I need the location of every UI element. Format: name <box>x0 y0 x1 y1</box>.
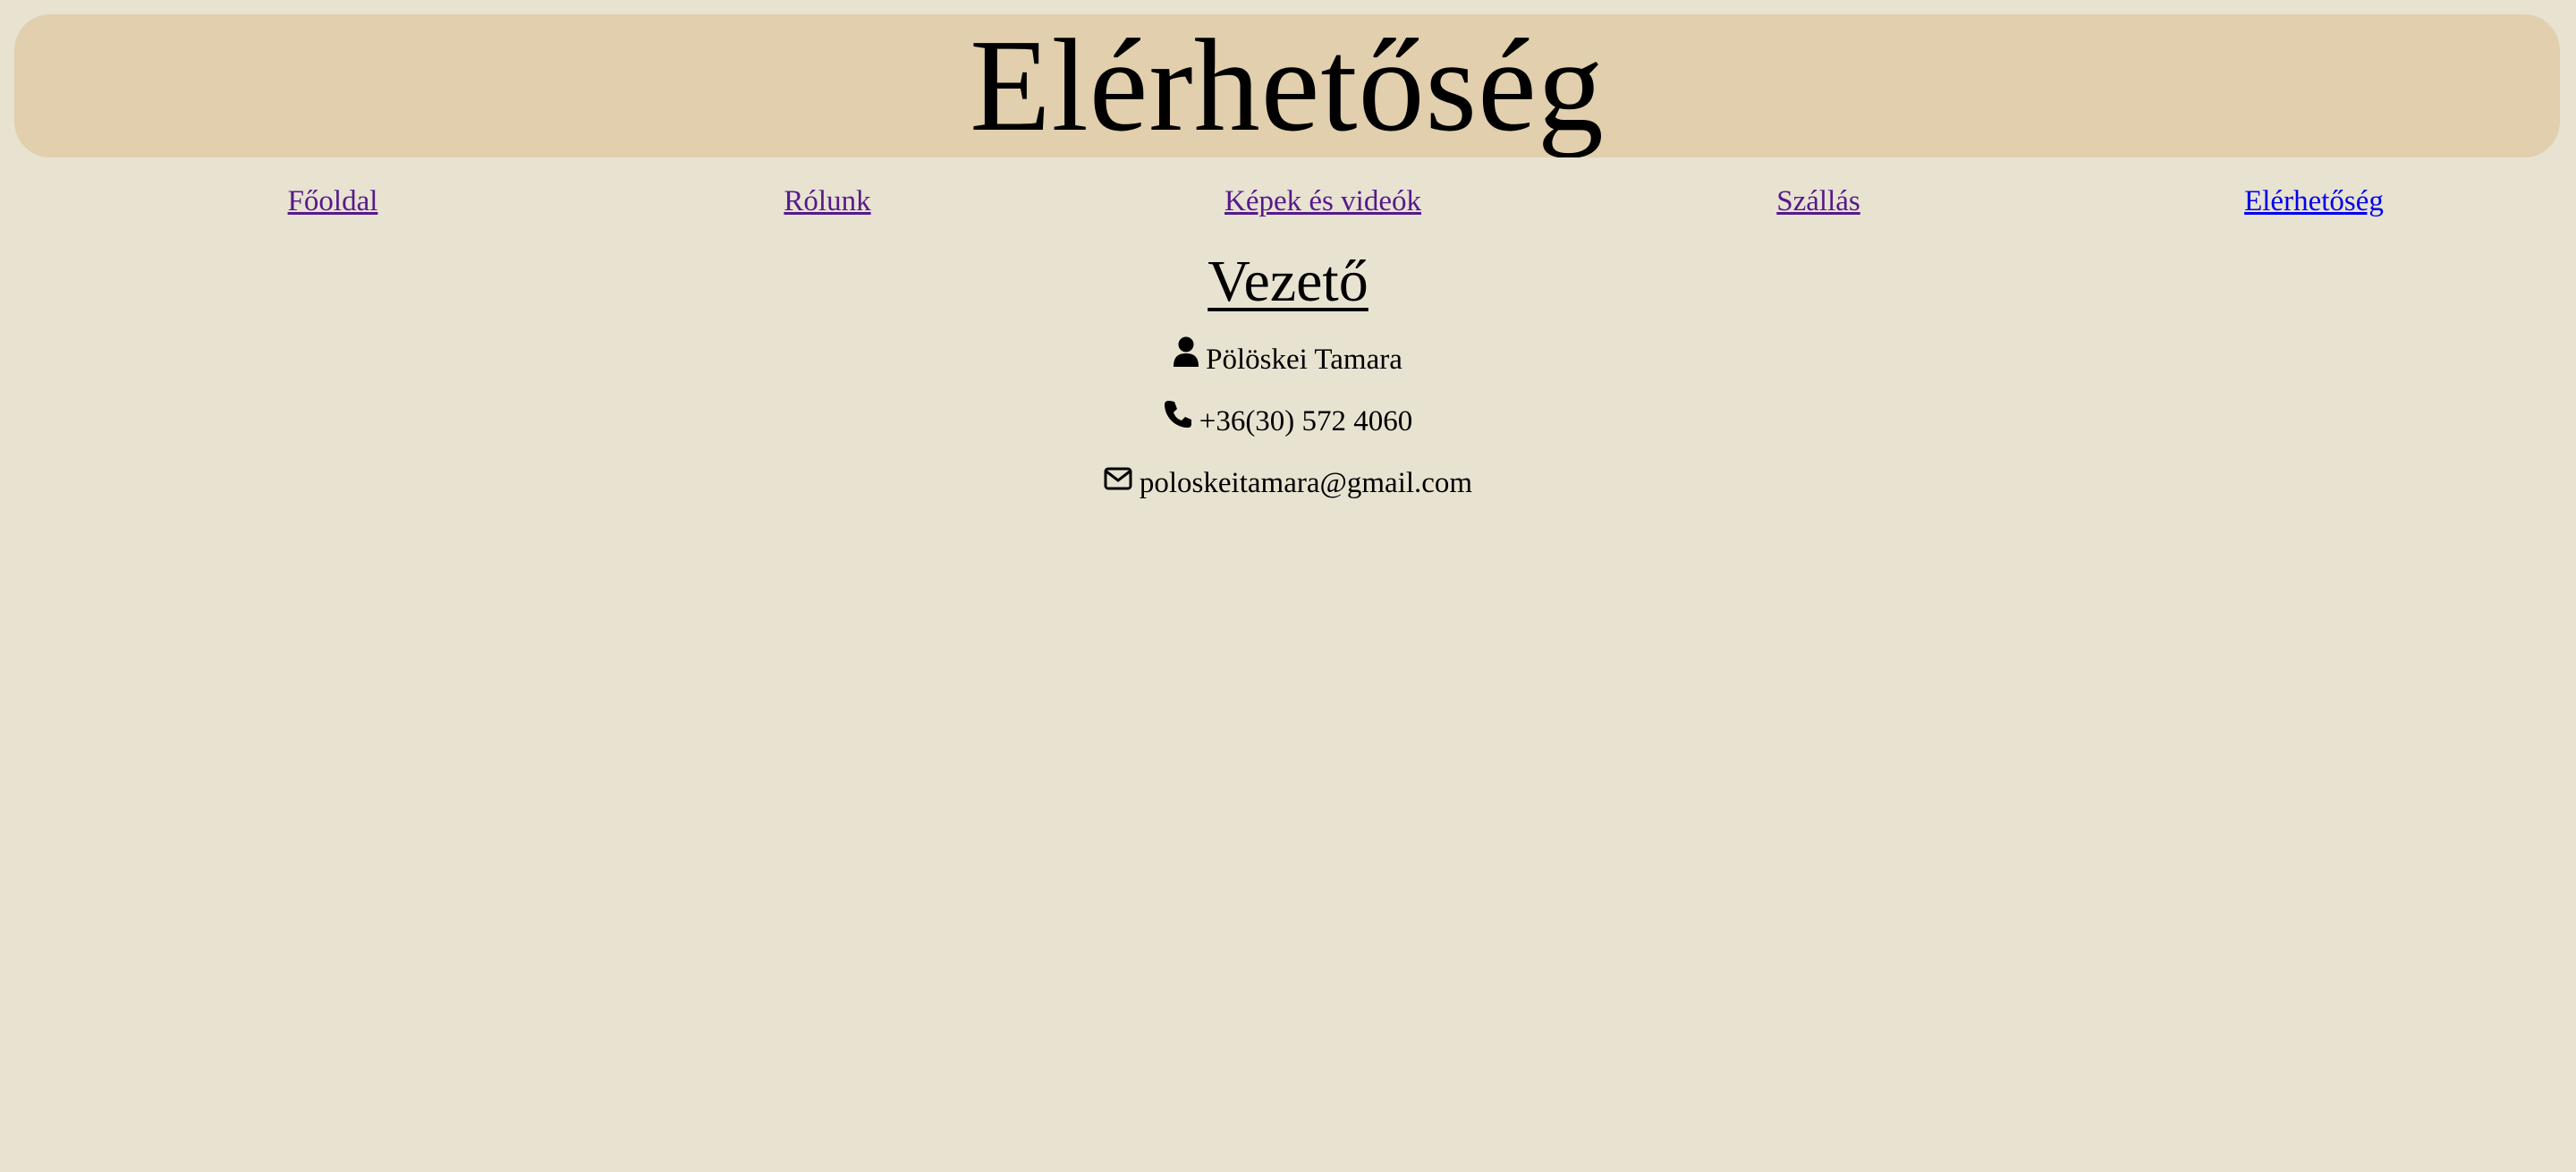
nav-link-szallas[interactable]: Szállás <box>1776 179 1860 224</box>
section-title: Vezető <box>1208 249 1368 314</box>
nav-link-fooldal[interactable]: Főoldal <box>288 179 378 224</box>
contact-email-text: poloskeitamara@gmail.com <box>1139 467 1473 499</box>
nav-link-rolunk[interactable]: Rólunk <box>784 179 870 224</box>
contact-name-row: Pölöskei Tamara <box>0 335 2576 384</box>
nav-link-kepek-es-videok[interactable]: Képek és videók <box>1224 179 1421 224</box>
contact-phone-text: +36(30) 572 4060 <box>1199 405 1413 437</box>
contact-email-row: poloskeitamara@gmail.com <box>0 461 2576 507</box>
page-title: Elérhetőség <box>970 14 1605 157</box>
envelope-icon <box>1104 459 1132 504</box>
contact-name-text: Pölöskei Tamara <box>1206 344 1402 376</box>
user-icon <box>1174 335 1199 380</box>
phone-icon <box>1164 397 1192 442</box>
page-header: Elérhetőség <box>14 14 2560 157</box>
contact-phone-row: +36(30) 572 4060 <box>0 399 2576 446</box>
main-nav: Főoldal Rólunk Képek és videók Szállás E… <box>0 179 2576 224</box>
nav-link-elerhetoseg[interactable]: Elérhetőség <box>2244 179 2384 224</box>
